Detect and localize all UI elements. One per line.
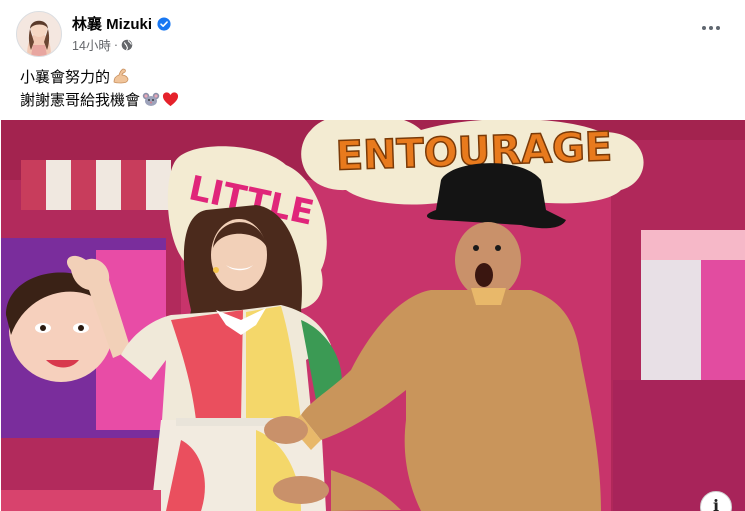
globe-icon bbox=[121, 39, 133, 50]
author-name[interactable]: 林襄 Mizuki bbox=[72, 13, 171, 34]
post-meta: 14小時 · bbox=[72, 35, 133, 54]
mouse-face-emoji bbox=[142, 92, 160, 106]
author-name-text[interactable]: 林襄 Mizuki bbox=[72, 13, 152, 34]
caption-line-1: 小襄會努力的 bbox=[20, 66, 130, 87]
caption-line-2: 謝謝憲哥給我機會 bbox=[20, 89, 179, 110]
tv-studio-photo: ENTOURAGE LITTLE R bbox=[1, 120, 745, 511]
caption-text-2: 謝謝憲哥給我機會 bbox=[20, 92, 141, 109]
more-options-button[interactable] bbox=[699, 18, 723, 38]
post-photo[interactable]: ENTOURAGE LITTLE R bbox=[1, 120, 745, 511]
caption-text-1: 小襄會努力的 bbox=[20, 69, 111, 86]
author-avatar[interactable] bbox=[16, 11, 62, 57]
meta-separator: · bbox=[113, 37, 119, 52]
facebook-post: 林襄 Mizuki 14小時 · 小襄會努力的 謝謝憲哥給我機會 ENTOURA… bbox=[0, 0, 745, 511]
post-timestamp[interactable]: 14小時 bbox=[72, 35, 111, 54]
red-heart-emoji bbox=[162, 92, 179, 107]
more-dot-icon bbox=[709, 26, 713, 30]
more-dot-icon bbox=[702, 26, 706, 30]
info-icon: i bbox=[712, 496, 720, 511]
more-dot-icon bbox=[716, 26, 720, 30]
flexed-biceps-emoji bbox=[113, 68, 129, 84]
verified-badge-icon bbox=[157, 16, 171, 31]
